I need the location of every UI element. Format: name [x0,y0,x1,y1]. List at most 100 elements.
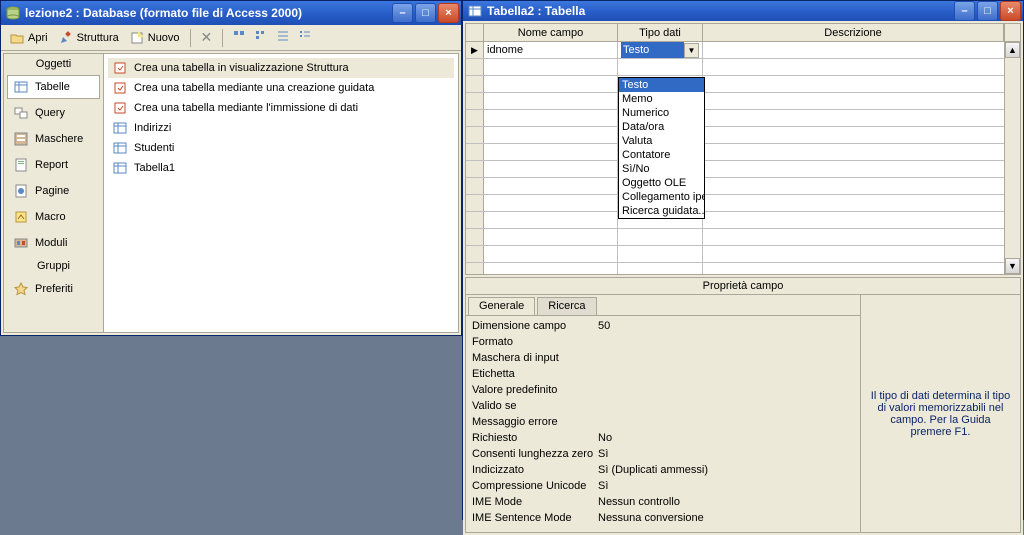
maximize-button[interactable]: □ [977,1,998,21]
prop-row[interactable]: Messaggio errore [466,416,860,432]
row-selector[interactable] [466,161,484,177]
prop-value[interactable] [594,416,860,432]
prop-row[interactable]: Dimensione campo50 [466,320,860,336]
prop-value[interactable] [594,400,860,416]
type-option-ole[interactable]: Oggetto OLE [619,176,704,190]
close-button[interactable]: × [1000,1,1021,21]
field-row[interactable] [466,263,1020,274]
prop-value[interactable] [594,352,860,368]
field-row[interactable] [466,59,1020,76]
prop-row[interactable]: Formato [466,336,860,352]
prop-value[interactable] [594,384,860,400]
vertical-scrollbar[interactable]: ▲ ▼ [1004,42,1020,274]
row-selector[interactable] [466,144,484,160]
type-option-lookup[interactable]: Ricerca guidata... [619,204,704,218]
titlebar-db[interactable]: lezione2 : Database (formato file di Acc… [1,1,461,25]
prop-value[interactable]: No [594,432,860,448]
prop-row[interactable]: Consenti lunghezza zeroSì [466,448,860,464]
corner-cell[interactable] [466,24,484,41]
row-selector[interactable] [466,246,484,262]
type-option-dataora[interactable]: Data/ora [619,120,704,134]
delete-button[interactable]: ✕ [197,27,217,48]
prop-row[interactable]: IME ModeNessun controllo [466,496,860,512]
field-row[interactable] [466,127,1020,144]
dropdown-arrow-icon[interactable]: ▼ [684,43,699,58]
type-dropdown[interactable]: Testo Memo Numerico Data/ora Valuta Cont… [618,77,705,219]
sidebar-item-forms[interactable]: Maschere [7,127,100,151]
row-selector[interactable] [466,212,484,228]
row-selector[interactable] [466,195,484,211]
type-option-testo[interactable]: Testo [619,78,704,92]
titlebar-tbl[interactable]: Tabella2 : Tabella – □ × [463,1,1023,21]
field-desc-cell[interactable] [703,42,1020,58]
details-button[interactable] [295,28,315,47]
table-studenti[interactable]: Studenti [108,138,454,158]
new-button[interactable]: Nuovo [125,28,184,48]
field-row[interactable] [466,76,1020,93]
table-indirizzi[interactable]: Indirizzi [108,118,454,138]
sidebar-item-reports[interactable]: Report [7,153,100,177]
type-option-contatore[interactable]: Contatore [619,148,704,162]
sidebar-item-pages[interactable]: Pagine [7,179,100,203]
field-row[interactable] [466,246,1020,263]
prop-value[interactable] [594,336,860,352]
create-table-wizard[interactable]: Crea una tabella mediante una creazione … [108,78,454,98]
col-header-desc[interactable]: Descrizione [703,24,1004,41]
tab-lookup[interactable]: Ricerca [537,297,596,315]
field-row[interactable] [466,195,1020,212]
row-selector[interactable] [466,127,484,143]
field-type-cell[interactable]: Testo ▼ [618,42,703,58]
sidebar-item-macros[interactable]: Macro [7,205,100,229]
prop-row[interactable]: Maschera di input [466,352,860,368]
row-selector[interactable] [466,76,484,92]
open-button[interactable]: Apri [5,28,52,48]
row-selector[interactable] [466,229,484,245]
prop-value[interactable]: Nessun controllo [594,496,860,512]
minimize-button[interactable]: – [954,1,975,21]
field-row[interactable] [466,144,1020,161]
prop-row[interactable]: Valore predefinito [466,384,860,400]
field-row[interactable] [466,110,1020,127]
field-row[interactable] [466,178,1020,195]
prop-value[interactable]: Sì [594,480,860,496]
field-row[interactable] [466,212,1020,229]
type-option-valuta[interactable]: Valuta [619,134,704,148]
design-button[interactable]: Struttura [54,28,123,48]
sidebar-item-tables[interactable]: Tabelle [7,75,100,99]
create-table-design[interactable]: Crea una tabella in visualizzazione Stru… [108,58,454,78]
prop-value[interactable]: Sì (Duplicati ammessi) [594,464,860,480]
large-icons-button[interactable] [229,28,249,47]
type-option-numerico[interactable]: Numerico [619,106,704,120]
prop-row[interactable]: Compressione UnicodeSì [466,480,860,496]
field-row[interactable] [466,93,1020,110]
small-icons-button[interactable] [251,28,271,47]
minimize-button[interactable]: – [392,3,413,23]
prop-value[interactable]: 50 [594,320,860,336]
list-button[interactable] [273,28,293,47]
prop-row[interactable]: IndicizzatoSì (Duplicati ammessi) [466,464,860,480]
scroll-up-icon[interactable]: ▲ [1005,42,1020,58]
maximize-button[interactable]: □ [415,3,436,23]
field-row[interactable] [466,161,1020,178]
field-name-cell[interactable]: idnome [484,42,618,58]
field-row[interactable] [466,229,1020,246]
row-selector[interactable] [466,110,484,126]
type-option-hyperlink[interactable]: Collegamento ipert [619,190,704,204]
sidebar-item-favorites[interactable]: Preferiti [7,277,100,301]
scroll-down-icon[interactable]: ▼ [1005,258,1020,274]
col-header-type[interactable]: Tipo dati [618,24,703,41]
col-header-name[interactable]: Nome campo [484,24,618,41]
row-selector[interactable] [466,59,484,75]
sidebar-item-queries[interactable]: Query [7,101,100,125]
row-selector[interactable]: ▶ [466,42,484,58]
prop-row[interactable]: IME Sentence ModeNessuna conversione [466,512,860,528]
prop-value[interactable] [594,368,860,384]
prop-row[interactable]: Valido se [466,400,860,416]
field-row[interactable]: ▶ idnome Testo ▼ [466,42,1020,59]
create-table-entry[interactable]: Crea una tabella mediante l'immissione d… [108,98,454,118]
prop-row[interactable]: RichiestoNo [466,432,860,448]
table-tabella1[interactable]: Tabella1 [108,158,454,178]
row-selector[interactable] [466,178,484,194]
prop-value[interactable]: Sì [594,448,860,464]
type-option-memo[interactable]: Memo [619,92,704,106]
